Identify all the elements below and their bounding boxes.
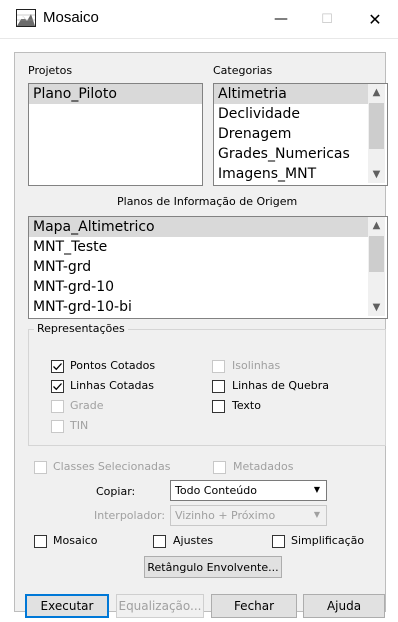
category-item[interactable]: Declividade	[214, 104, 387, 124]
title-bar: Mosaico — ☐ ✕	[0, 0, 398, 39]
window-title: Mosaico	[43, 9, 99, 26]
copy-value: Todo Conteúdo	[175, 484, 257, 497]
category-item[interactable]: Drenagem	[214, 124, 387, 144]
projects-list[interactable]: Plano_Piloto	[28, 83, 203, 186]
plans-scrollbar[interactable]: ▲ ▼	[368, 217, 385, 316]
help-button[interactable]: Ajuda	[303, 594, 385, 618]
isolinhas-label: Isolinhas	[232, 359, 281, 372]
project-item[interactable]: Plano_Piloto	[29, 84, 202, 104]
adjustments-label: Ajustes	[173, 534, 214, 547]
source-plans-list[interactable]: Mapa_Altimetrico MNT_Teste MNT-grd MNT-g…	[28, 216, 388, 319]
metadata-label: Metadados	[233, 460, 294, 473]
categories-list[interactable]: Altimetria Declividade Drenagem Grades_N…	[213, 83, 388, 186]
selected-classes-checkbox[interactable]	[34, 461, 47, 474]
execute-button[interactable]: Executar	[25, 594, 109, 618]
copy-select[interactable]: Todo Conteúdo ▼	[170, 480, 327, 501]
category-item[interactable]: Grades_Numericas	[214, 144, 387, 164]
chevron-down-icon: ▼	[313, 485, 320, 494]
scroll-up-icon[interactable]: ▲	[368, 84, 385, 101]
maximize-button[interactable]: ☐	[304, 0, 350, 38]
plan-item[interactable]: MNT-grd	[29, 257, 387, 277]
texto-checkbox[interactable]	[212, 400, 225, 413]
interpolator-select[interactable]: Vizinho + Próximo ▼	[170, 505, 327, 526]
maximize-icon: ☐	[321, 11, 333, 27]
minimize-button[interactable]: —	[258, 0, 304, 38]
pontos-cotados-label: Pontos Cotados	[70, 359, 156, 372]
mosaic-checkbox[interactable]	[34, 535, 47, 548]
category-item[interactable]: Altimetria	[214, 84, 369, 104]
adjustments-checkbox[interactable]	[153, 535, 166, 548]
equalization-button[interactable]: Equalização...	[116, 594, 204, 618]
plan-item[interactable]: Mapa_Altimetrico	[29, 217, 369, 237]
close-window-button[interactable]: ✕	[352, 0, 398, 38]
interpolator-value: Vizinho + Próximo	[175, 509, 276, 522]
scroll-thumb[interactable]	[369, 103, 384, 149]
copy-label: Copiar:	[96, 485, 136, 498]
scroll-up-icon[interactable]: ▲	[368, 217, 385, 234]
categories-scrollbar[interactable]: ▲ ▼	[368, 84, 385, 183]
tin-checkbox[interactable]	[51, 420, 64, 433]
simplification-checkbox[interactable]	[272, 535, 285, 548]
texto-label: Texto	[232, 399, 261, 412]
checkmark-icon	[53, 363, 62, 371]
checkmark-icon	[53, 383, 62, 391]
projects-label: Projetos	[28, 64, 73, 77]
plan-item[interactable]: MNT-grd-10	[29, 277, 387, 297]
close-icon: ✕	[368, 9, 382, 29]
scroll-thumb[interactable]	[369, 236, 384, 272]
chevron-down-icon: ▼	[313, 510, 320, 519]
mosaic-label: Mosaico	[53, 534, 98, 547]
metadata-checkbox[interactable]	[213, 461, 226, 474]
simplification-label: Simplificação	[291, 534, 365, 547]
isolinhas-checkbox[interactable]	[212, 360, 225, 373]
scroll-down-icon[interactable]: ▼	[368, 299, 385, 316]
categories-label: Categorias	[213, 64, 273, 77]
grade-label: Grade	[70, 399, 104, 412]
pontos-cotados-checkbox[interactable]	[51, 360, 64, 373]
plan-item[interactable]: MNT-grd-10-bi	[29, 297, 387, 317]
minimize-icon: —	[274, 11, 288, 27]
tin-label: TIN	[70, 419, 89, 432]
linhas-cotadas-checkbox[interactable]	[51, 380, 64, 393]
map-grid-icon	[16, 9, 36, 27]
linhas-de-quebra-label: Linhas de Quebra	[232, 379, 329, 392]
close-button[interactable]: Fechar	[211, 594, 297, 618]
grade-checkbox[interactable]	[51, 400, 64, 413]
category-item[interactable]: Imagens_MNT	[214, 164, 387, 184]
bounding-rectangle-button[interactable]: Retângulo Envolvente...	[144, 556, 282, 578]
plan-item[interactable]: MNT_Teste	[29, 237, 387, 257]
source-plans-label: Planos de Informação de Origem	[117, 195, 298, 208]
interpolator-label: Interpolador:	[94, 509, 166, 522]
linhas-de-quebra-checkbox[interactable]	[212, 380, 225, 393]
selected-classes-label: Classes Selecionadas	[53, 460, 171, 473]
linhas-cotadas-label: Linhas Cotadas	[70, 379, 155, 392]
scroll-down-icon[interactable]: ▼	[368, 166, 385, 183]
representations-label: Representações	[34, 322, 128, 335]
